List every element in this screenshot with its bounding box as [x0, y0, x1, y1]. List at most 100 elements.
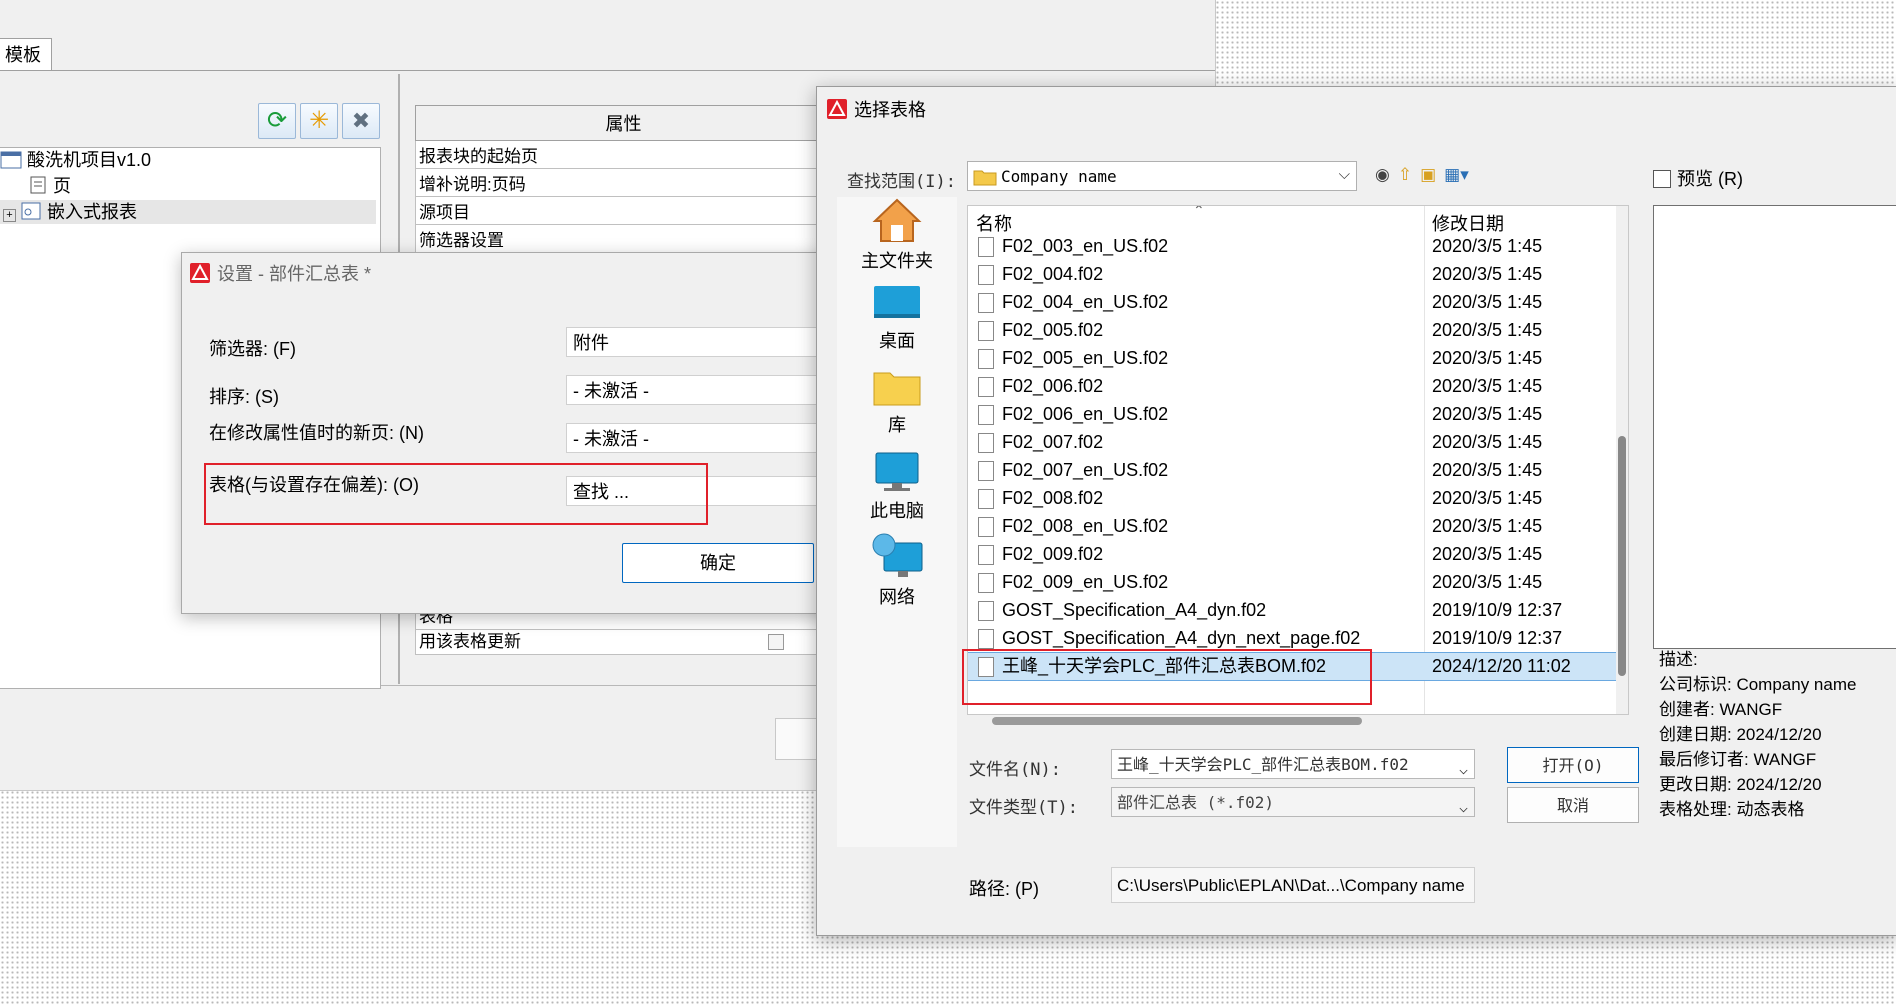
file-icon: [978, 349, 994, 369]
file-row[interactable]: F02_004.f02 2020/3/5 1:45: [968, 261, 1616, 288]
property-name: 用该表格更新: [419, 632, 521, 651]
description-line: 最后修订者: WANGF: [1659, 750, 1817, 769]
file-name: GOST_Specification_A4_dyn_next_page.f02: [1002, 628, 1361, 648]
file-date: 2019/10/9 12:37: [1432, 628, 1563, 648]
chevron-down-icon[interactable]: ⌵: [1339, 166, 1350, 183]
ok-button[interactable]: 确定: [622, 543, 814, 583]
open-button[interactable]: 打开(O): [1507, 747, 1639, 783]
file-row[interactable]: F02_008.f02 2020/3/5 1:45: [968, 485, 1616, 512]
file-icon: [978, 517, 994, 537]
file-row[interactable]: F02_008_en_US.f02 2020/3/5 1:45: [968, 513, 1616, 540]
delete-button[interactable]: ✖: [342, 103, 380, 139]
tab-template[interactable]: 模板: [0, 38, 52, 71]
description-line: 公司标识: Company name: [1659, 675, 1857, 694]
file-icon: [978, 629, 994, 649]
dialog-title-text: 选择表格: [854, 100, 926, 120]
file-row[interactable]: F02_006_en_US.f02 2020/3/5 1:45: [968, 401, 1616, 428]
file-date: 2020/3/5 1:45: [1432, 572, 1543, 592]
filter-select[interactable]: 附件: [566, 327, 842, 357]
update-checkbox[interactable]: [768, 634, 784, 650]
description-line: 描述:: [1659, 650, 1698, 669]
place-label: 此电脑: [870, 501, 924, 521]
filename-input[interactable]: 王峰_十天学会PLC_部件汇总表BOM.f02 ⌵: [1111, 749, 1475, 779]
tree-item-embedded-report[interactable]: + 嵌入式报表: [0, 200, 376, 224]
scrollbar-thumb[interactable]: [1618, 436, 1626, 676]
filename-label: 文件名(N):: [969, 760, 1061, 780]
dialog-title: 设置 - 部件汇总表 *: [190, 259, 371, 289]
file-name: F02_004.f02: [1002, 264, 1104, 284]
horizontal-scrollbar[interactable]: [992, 717, 1362, 725]
file-row[interactable]: GOST_Specification_A4_dyn.f02 2019/10/9 1…: [968, 597, 1616, 624]
file-row[interactable]: F02_005.f02 2020/3/5 1:45: [968, 317, 1616, 344]
look-in-value: Company name: [1001, 167, 1117, 186]
library-folder-icon: [873, 372, 921, 406]
project-icon: [0, 151, 22, 169]
back-icon[interactable]: ◉: [1375, 165, 1390, 184]
chevron-down-icon[interactable]: ⌵: [1459, 792, 1468, 822]
file-row[interactable]: F02_004_en_US.f02 2020/3/5 1:45: [968, 289, 1616, 316]
refresh-button[interactable]: ⟳: [258, 103, 296, 139]
eplan-logo-icon: [190, 263, 210, 283]
file-icon: [978, 545, 994, 565]
property-name: 筛选器设置: [415, 224, 832, 253]
file-icon: [978, 377, 994, 397]
cancel-button[interactable]: 取消: [1507, 787, 1639, 823]
file-name: F02_005_en_US.f02: [1002, 348, 1169, 368]
up-folder-icon[interactable]: ⇧: [1398, 165, 1412, 184]
filetype-select[interactable]: 部件汇总表 (*.f02) ⌵: [1111, 787, 1475, 817]
file-name: F02_009_en_US.f02: [1002, 572, 1169, 592]
file-row[interactable]: F02_005_en_US.f02 2020/3/5 1:45: [968, 345, 1616, 372]
description-line: 创建日期: 2024/12/20: [1659, 725, 1822, 744]
file-row[interactable]: F02_003_en_US.f02 2020/3/5 1:45: [968, 233, 1616, 260]
place-this-pc[interactable]: 此电脑: [837, 451, 957, 523]
vertical-scrollbar[interactable]: [1616, 206, 1628, 714]
form-description: 描述: 公司标识: Company name 创建者: WANGF 创建日期: …: [1659, 647, 1895, 822]
file-date: 2020/3/5 1:45: [1432, 264, 1543, 284]
place-label: 桌面: [879, 331, 915, 351]
page-icon: [30, 176, 46, 194]
place-desktop[interactable]: 桌面: [837, 283, 957, 353]
new-button[interactable]: ✳: [300, 103, 338, 139]
view-menu-icon[interactable]: ▦▾: [1444, 165, 1469, 184]
tree-item-project[interactable]: 酸洗机项目v1.0: [0, 148, 151, 172]
expand-icon[interactable]: +: [3, 209, 16, 222]
tree-item-label: 酸洗机项目v1.0: [27, 150, 152, 170]
file-row[interactable]: F02_007.f02 2020/3/5 1:45: [968, 429, 1616, 456]
file-icon: [978, 601, 994, 621]
file-row[interactable]: F02_007_en_US.f02 2020/3/5 1:45: [968, 457, 1616, 484]
new-page-select[interactable]: - 未激活 -: [566, 423, 842, 453]
sort-select[interactable]: - 未激活 -: [566, 375, 842, 405]
new-folder-icon[interactable]: ▣: [1420, 165, 1436, 184]
filetype-label: 文件类型(T):: [969, 798, 1078, 818]
file-date: 2020/3/5 1:45: [1432, 348, 1543, 368]
file-row[interactable]: GOST_Specification_A4_dyn_next_page.f02 2…: [968, 625, 1616, 652]
file-icon: [978, 321, 994, 341]
file-row[interactable]: F02_009.f02 2020/3/5 1:45: [968, 541, 1616, 568]
column-header-property[interactable]: 属性: [415, 105, 832, 141]
description-line: 表格处理: 动态表格: [1659, 800, 1805, 819]
file-row[interactable]: F02_009_en_US.f02 2020/3/5 1:45: [968, 569, 1616, 596]
desktop-icon: [874, 286, 920, 318]
look-in-label: 查找范围(I):: [847, 172, 956, 192]
report-icon: [21, 202, 41, 220]
place-network[interactable]: 网络: [837, 533, 957, 609]
tree-item-page[interactable]: 页: [28, 174, 71, 198]
eplan-logo-icon: [827, 99, 847, 119]
description-line: 创建者: WANGF: [1659, 700, 1783, 719]
path-field[interactable]: C:\Users\Public\EPLAN\Dat...\Company nam…: [1111, 867, 1475, 903]
new-icon: ✳: [308, 107, 330, 134]
filter-label: 筛选器: (F): [209, 339, 296, 359]
place-home[interactable]: 主文件夹: [837, 197, 957, 273]
place-library[interactable]: 库: [837, 367, 957, 437]
chevron-down-icon[interactable]: ⌵: [1459, 754, 1468, 784]
checkbox-box[interactable]: [1653, 170, 1671, 188]
property-name: 报表块的起始页: [415, 140, 832, 169]
look-in-select[interactable]: Company name ⌵: [967, 161, 1357, 191]
file-date: 2020/3/5 1:45: [1432, 432, 1543, 452]
preview-checkbox[interactable]: 预览 (R): [1653, 165, 1743, 191]
computer-icon: [875, 452, 919, 491]
place-label: 网络: [879, 587, 915, 607]
file-name: F02_003_en_US.f02: [1002, 236, 1169, 256]
file-row[interactable]: F02_006.f02 2020/3/5 1:45: [968, 373, 1616, 400]
file-name: GOST_Specification_A4_dyn.f02: [1002, 600, 1267, 620]
